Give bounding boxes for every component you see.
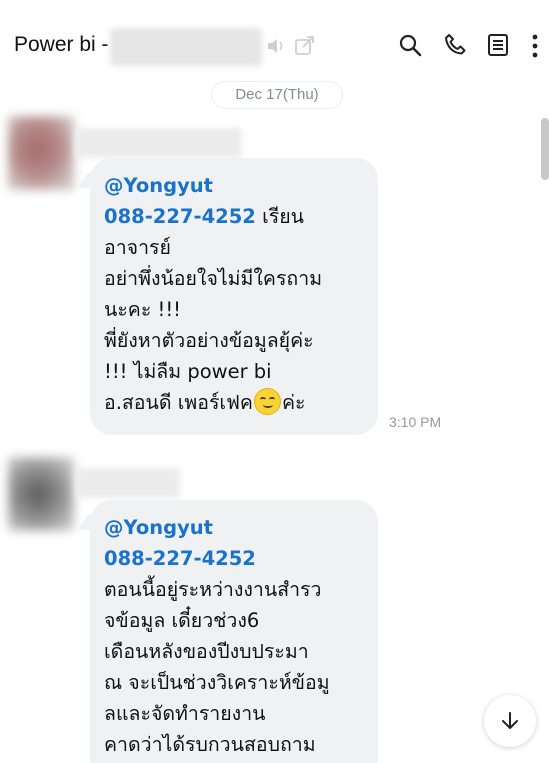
avatar[interactable] (8, 116, 74, 190)
smile-emoji-icon (253, 388, 281, 415)
scrollbar-thumb[interactable] (541, 118, 549, 180)
message-line: คาดว่าได้รบกวนสอบถาม (104, 733, 316, 756)
more-icon[interactable] (530, 33, 540, 59)
sender-name-blurred (76, 468, 180, 498)
phone-link[interactable]: 088-227-4252 (104, 543, 364, 574)
message-line: นะคะ !!! (104, 298, 181, 321)
message-line: ตอนนี้อยู่ระหว่างงานสำรว (104, 578, 322, 601)
mention-tag[interactable]: @Yongyut (104, 512, 364, 543)
message-line: !!! ไม่ลืม power bi (104, 360, 272, 383)
message-bubble[interactable]: @Yongyut 088-227-4252 ตอนนี้อยู่ระหว่างง… (77, 500, 378, 763)
message-line: อาจารย์ (104, 236, 171, 259)
blurred-chat-name (110, 28, 262, 66)
message-text: ค่ะ (281, 391, 306, 414)
message-line: ลและจัดทำรายงาน (104, 702, 266, 725)
message-line: เดือนหลังของปีงบประมา (104, 640, 309, 663)
search-icon[interactable] (398, 33, 422, 57)
date-divider: Dec 17(Thu) (212, 82, 342, 108)
message-line: ณ จะเป็นช่วงวิเคราะห์ข้อมู (104, 671, 330, 694)
message-timestamp: 3:10 PM (389, 414, 442, 430)
message-text: เรียน (255, 205, 304, 228)
message-line: อย่าพึ่งน้อยใจไม่มีใครถาม (104, 267, 323, 290)
mention-tag[interactable]: @Yongyut (104, 170, 364, 201)
avatar[interactable] (8, 457, 74, 531)
message-line: พี่ยังหาตัวอย่างข้อมูลยุ้ค่ะ (104, 329, 314, 352)
notes-icon[interactable] (487, 33, 509, 57)
phone-link[interactable]: 088-227-4252 (104, 205, 256, 228)
message-bubble[interactable]: @Yongyut 088-227-4252 เรียน อาจารย์ อย่า… (77, 158, 378, 435)
message-text: อ.สอนดี เพอร์เฟค (104, 391, 253, 414)
chat-title: Power bi - (14, 33, 109, 56)
arrow-down-icon (502, 712, 518, 729)
scroll-to-bottom-button[interactable] (484, 695, 536, 747)
sender-name-blurred (76, 128, 242, 158)
phone-icon[interactable] (443, 33, 467, 57)
message-line: จข้อมูล เดี๋ยวช่วง6 (104, 609, 260, 632)
popout-icon[interactable] (294, 36, 316, 56)
mute-icon[interactable] (266, 37, 286, 55)
